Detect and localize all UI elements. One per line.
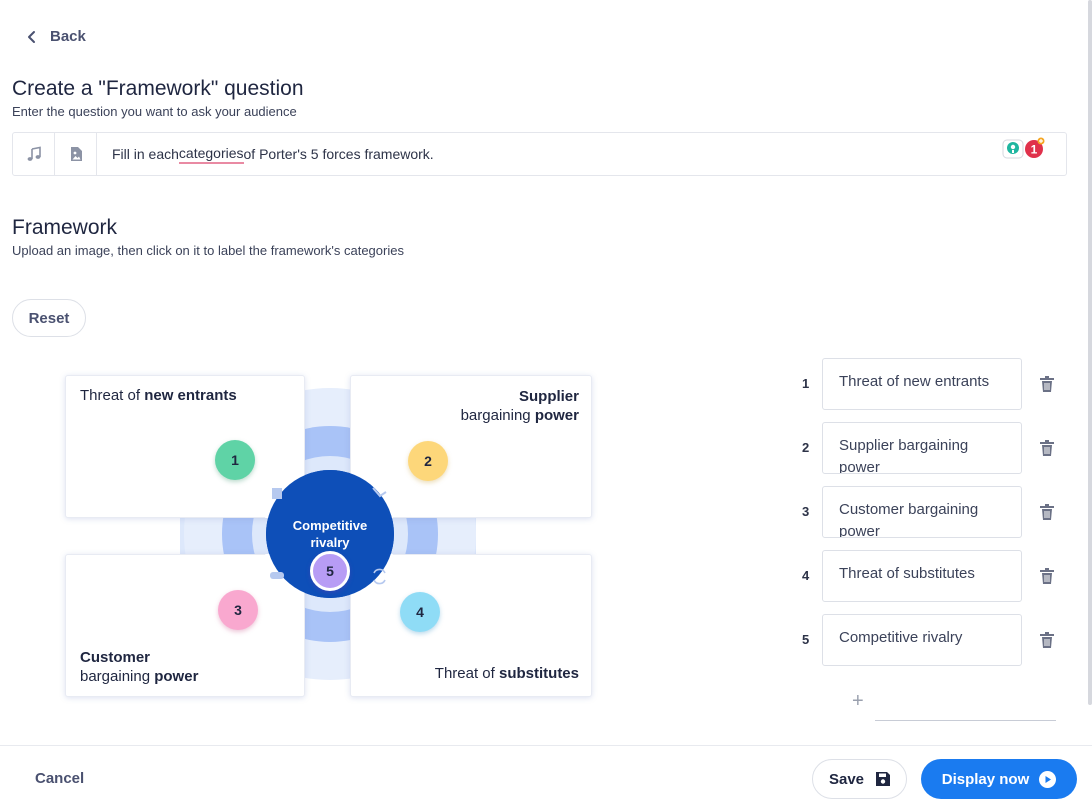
category-input[interactable]: Customer bargaining power	[822, 486, 1022, 538]
framework-image[interactable]: Threat of new entrants Supplier bargaini…	[60, 372, 600, 702]
card1-bold-text: new entrants	[144, 387, 237, 404]
trash-icon[interactable]	[1040, 632, 1054, 648]
scrollbar[interactable]	[1088, 0, 1092, 705]
category-number: 3	[802, 504, 810, 519]
question-text-end: of Porter's 5 forces framework.	[243, 146, 434, 162]
add-audio-button[interactable]	[13, 133, 55, 175]
card-customer-power: Customer bargaining power	[65, 554, 305, 697]
save-button[interactable]: Save	[812, 759, 907, 799]
center-label: Competitive rivalry	[270, 517, 390, 551]
category-number: 4	[802, 568, 810, 583]
new-category-input[interactable]	[875, 720, 1056, 721]
card-supplier-power: Supplier bargaining power	[350, 375, 592, 518]
image-icon	[70, 147, 82, 161]
center-label-line2: rivalry	[310, 535, 350, 550]
framework-subtitle: Upload an image, then click on it to lab…	[12, 243, 404, 258]
question-input[interactable]: Fill in each categories of Porter's 5 fo…	[97, 133, 1066, 175]
play-circle-icon	[1039, 770, 1057, 788]
trash-icon[interactable]	[1040, 504, 1054, 520]
question-field: Fill in each categories of Porter's 5 fo…	[12, 132, 1067, 176]
marker-1[interactable]: 1	[215, 440, 255, 480]
reset-button[interactable]: Reset	[12, 299, 86, 337]
card3-bold-suffix: power	[154, 668, 199, 685]
category-row: 3 Customer bargaining power	[790, 486, 1060, 538]
category-input[interactable]: Threat of substitutes	[822, 550, 1022, 602]
page-title: Create a "Framework" question	[12, 77, 304, 100]
back-label: Back	[50, 28, 86, 45]
display-now-label: Display now	[941, 770, 1030, 788]
category-number: 1	[802, 376, 810, 391]
card4-text: Threat of	[434, 665, 499, 682]
card-substitutes: Threat of substitutes	[350, 554, 592, 697]
display-now-button[interactable]: Display now	[921, 759, 1077, 799]
card-new-entrants: Threat of new entrants	[65, 375, 305, 518]
card2-text: bargaining	[460, 407, 535, 424]
misspelled-word: categories	[178, 145, 244, 164]
back-button[interactable]: Back	[26, 28, 86, 45]
card3-text: bargaining	[80, 668, 155, 685]
add-category-button[interactable]: +	[852, 690, 864, 713]
center-label-line1: Competitive	[292, 518, 368, 533]
card2-bold-suffix: power	[534, 407, 579, 424]
category-row: 2 Supplier bargaining power	[790, 422, 1060, 474]
question-text-start: Fill in each	[112, 146, 179, 162]
marker-3[interactable]: 3	[218, 590, 258, 630]
chevron-left-icon	[28, 30, 35, 43]
grammar-extension-icon[interactable]: 1	[1002, 137, 1048, 159]
category-input[interactable]: Competitive rivalry	[822, 614, 1022, 666]
floppy-disk-icon	[876, 772, 891, 786]
card2-bold-text: Supplier	[518, 388, 579, 405]
trash-icon[interactable]	[1040, 376, 1054, 392]
music-note-icon	[27, 146, 41, 161]
category-row: 4 Threat of substitutes	[790, 550, 1060, 602]
category-input[interactable]: Threat of new entrants	[822, 358, 1022, 410]
save-label: Save	[828, 770, 865, 788]
category-input[interactable]: Supplier bargaining power	[822, 422, 1022, 474]
add-image-button[interactable]	[55, 133, 97, 175]
trash-icon[interactable]	[1040, 440, 1054, 456]
category-number: 2	[802, 440, 810, 455]
marker-5[interactable]: 5	[310, 551, 350, 591]
marker-2[interactable]: 2	[408, 441, 448, 481]
category-row: 1 Threat of new entrants	[790, 358, 1060, 410]
extension-count: 1	[1031, 143, 1038, 157]
trash-icon[interactable]	[1040, 568, 1054, 584]
category-number: 5	[802, 632, 810, 647]
card1-text: Threat of	[80, 387, 145, 404]
footer-bar: Cancel Save Display now	[0, 745, 1092, 801]
card3-bold-text: Customer	[80, 649, 151, 666]
card4-bold-text: substitutes	[498, 665, 579, 682]
cancel-button[interactable]: Cancel	[35, 770, 84, 787]
marker-4[interactable]: 4	[400, 592, 440, 632]
category-row: 5 Competitive rivalry	[790, 614, 1060, 666]
framework-title: Framework	[12, 216, 118, 239]
page-subtitle: Enter the question you want to ask your …	[12, 104, 297, 119]
